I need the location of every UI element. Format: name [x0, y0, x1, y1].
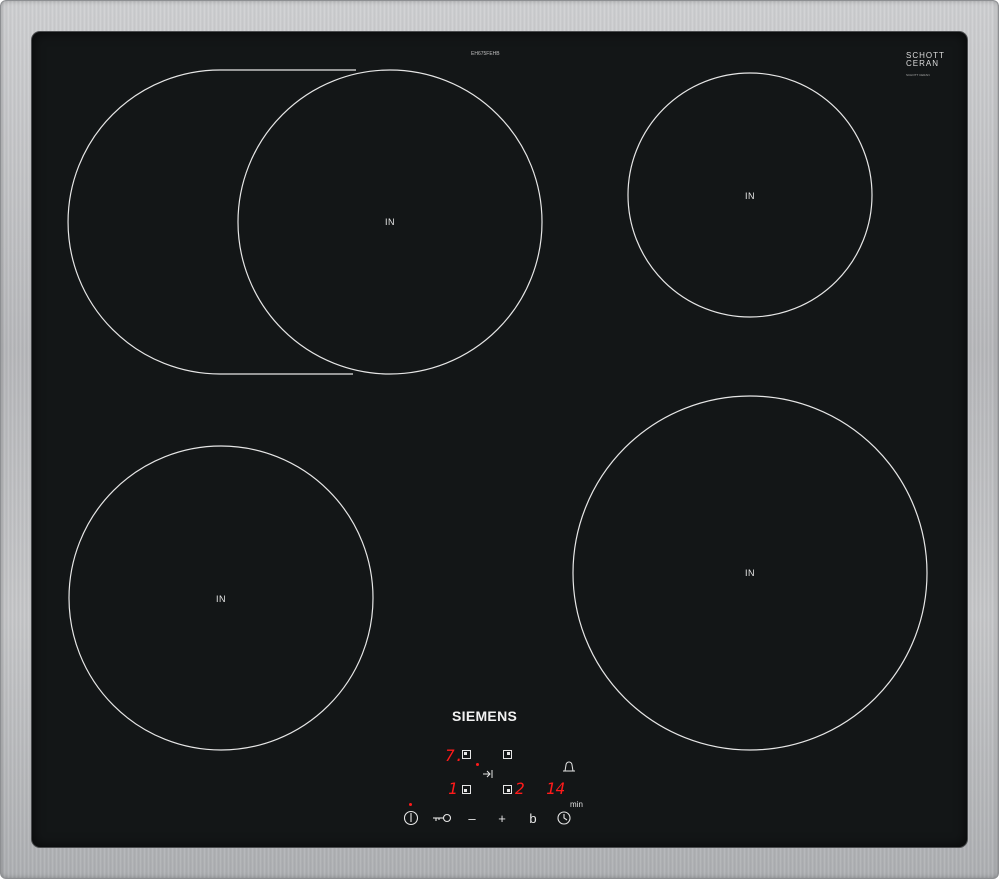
key-lock-icon[interactable]	[433, 813, 452, 823]
plus-button[interactable]: +	[496, 812, 508, 825]
flex-zone-outline	[67, 69, 353, 375]
zone-select-front-left[interactable]	[462, 785, 471, 794]
brand-logo: SIEMENS	[452, 708, 518, 724]
power-indicator	[409, 803, 412, 806]
zone-select-rear-right[interactable]	[503, 750, 512, 759]
zone-label-front-right: IN	[745, 568, 755, 578]
zone-label-rear-right: IN	[745, 191, 755, 201]
cooking-zones	[67, 69, 928, 826]
timer-display: 14	[546, 779, 566, 798]
power-icon[interactable]	[403, 810, 419, 826]
clock-icon[interactable]	[557, 811, 571, 825]
zone-display-front: 1	[448, 779, 458, 798]
arrow-to-bar-icon	[483, 770, 493, 778]
model-text: EH675FEHB	[471, 51, 500, 57]
minus-button[interactable]: –	[466, 812, 478, 825]
zone-label-front-left: IN	[216, 594, 226, 604]
bell-icon	[563, 761, 575, 772]
zone-select-front-right[interactable]	[503, 785, 512, 794]
zone-label-rear-left: IN	[385, 217, 395, 227]
boost-button[interactable]: b	[527, 812, 539, 825]
zone-display-front-right: 2	[515, 779, 525, 798]
schott-ceran-logo: SCHOTT CERAN SCHOTT CERAN	[906, 52, 945, 79]
active-zone-indicator	[476, 763, 479, 766]
timer-unit: min	[570, 800, 583, 809]
zone-select-rear-left[interactable]	[462, 750, 471, 759]
ceran-line: CERAN	[906, 59, 940, 68]
schott-sub: SCHOTT CERAN	[906, 73, 930, 77]
